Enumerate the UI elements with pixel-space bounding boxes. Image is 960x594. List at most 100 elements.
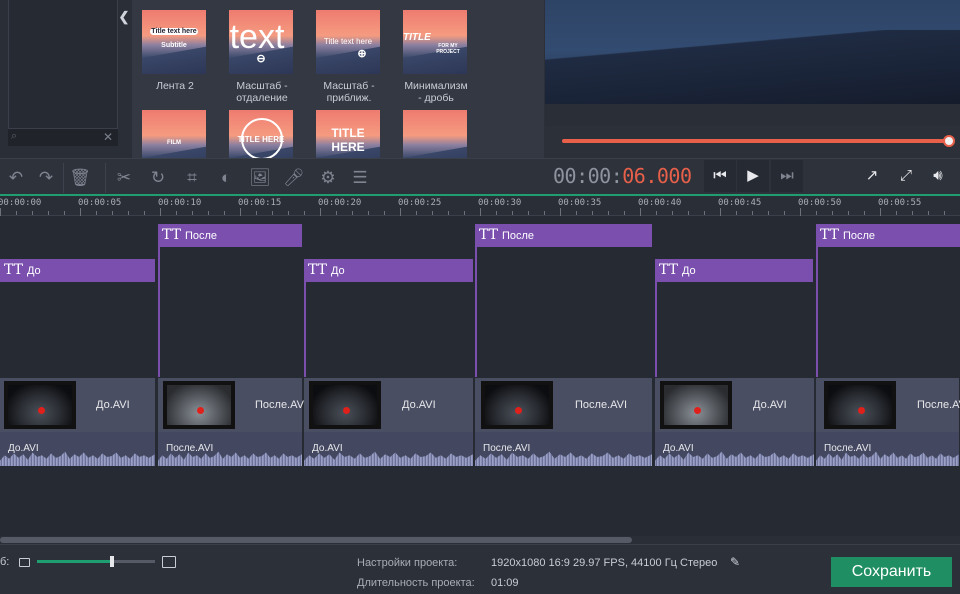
title-clip[interactable]: TT До: [0, 259, 155, 282]
title-clip[interactable]: TT После: [816, 224, 960, 247]
image-icon[interactable]: 🖼︎: [246, 164, 274, 192]
ruler-tick-mark: [16, 211, 17, 215]
ruler-tick-mark: [928, 211, 929, 215]
scrollbar-thumb[interactable]: [0, 537, 632, 543]
ruler-tick-mark: [752, 211, 753, 215]
next-frame-button[interactable]: ⏭︎: [771, 160, 803, 192]
delete-icon[interactable]: 🗑︎: [66, 164, 94, 192]
clip-thumbnail: [481, 381, 553, 429]
ruler-tick-mark: [480, 208, 481, 216]
title-tile[interactable]: TITLE HERE: [229, 110, 295, 158]
clip-thumbnail: [4, 381, 76, 429]
title-clip[interactable]: TT До: [304, 259, 473, 282]
fullscreen-icon[interactable]: ⤢: [890, 160, 922, 192]
clip-thumbnail: [309, 381, 381, 429]
ruler-tick-mark: [448, 211, 449, 215]
ruler-tick-mark: [224, 211, 225, 215]
timeline-scrollbar[interactable]: [0, 536, 960, 544]
ruler-tick-mark: [96, 211, 97, 215]
category-list: [8, 0, 118, 146]
gear-icon[interactable]: ⚙: [314, 164, 342, 192]
microphone-icon[interactable]: 🎤︎: [280, 164, 308, 192]
audio-clip[interactable]: После.AVI: [158, 432, 303, 466]
volume-icon[interactable]: 🔊︎: [922, 160, 954, 192]
ruler-tick-mark: [400, 208, 401, 216]
popout-icon[interactable]: ↗: [856, 160, 888, 192]
undo-icon[interactable]: ↶: [2, 164, 30, 192]
collapse-panel-button[interactable]: ❮: [118, 6, 130, 28]
title-tile[interactable]: text ⊖ Масштаб - отдаление: [229, 10, 295, 104]
zoom-in-filmstrip-icon[interactable]: [162, 556, 176, 568]
color-adjust-icon[interactable]: ◐: [212, 164, 240, 192]
audio-clip[interactable]: До.AVI: [304, 432, 474, 466]
equalizer-icon[interactable]: ☰: [346, 164, 374, 192]
zoom-out-small-icon[interactable]: [19, 558, 30, 567]
ruler-tick-mark: [864, 211, 865, 215]
ruler-tick-mark: [624, 211, 625, 215]
playback-progress-bar[interactable]: [562, 139, 948, 143]
ruler-tick-label: 00:00:10: [158, 198, 202, 208]
ruler-tick-mark: [112, 211, 113, 215]
playback-progress-knob[interactable]: [943, 135, 955, 147]
title-thumbnail: Title text here ⊕: [316, 10, 380, 74]
preview-player[interactable]: [545, 0, 960, 126]
ruler-tick-mark: [608, 211, 609, 215]
title-clip[interactable]: TT После: [475, 224, 652, 247]
ruler-tick-mark: [416, 211, 417, 215]
title-tile[interactable]: TITLE HERE: [316, 110, 382, 158]
ruler-tick-mark: [32, 211, 33, 215]
cut-icon[interactable]: ✂: [110, 164, 138, 192]
ruler-tick-mark: [240, 208, 241, 216]
ruler-tick-mark: [352, 211, 353, 215]
title-tile[interactable]: TITLE FOR MY PROJECT Минимализм - дробь: [403, 10, 469, 104]
audio-clip[interactable]: После.AVI: [816, 432, 960, 466]
ruler-tick-label: 00:00:45: [718, 198, 762, 208]
title-thumbnail: TITLE FOR MY PROJECT: [403, 10, 467, 74]
ruler-tick-label: 00:00:15: [238, 198, 282, 208]
rotate-icon[interactable]: ↻: [144, 164, 172, 192]
tile-caption: Минимализм - дробь: [404, 80, 468, 104]
project-settings-value: 1920x1080 16:9 29.97 FPS, 44100 Гц Стере…: [491, 557, 718, 569]
ruler-tick-mark: [640, 208, 641, 216]
title-clip[interactable]: TT До: [655, 259, 813, 282]
ruler-tick-mark: [368, 211, 369, 215]
video-clip[interactable]: После.AVI: [475, 378, 653, 432]
ruler-tick-label: 00:00:20: [318, 198, 362, 208]
video-clip[interactable]: После.AVI: [816, 378, 960, 432]
title-tile[interactable]: FILM: [142, 110, 208, 158]
edit-settings-icon[interactable]: ✎: [730, 555, 740, 569]
timeline-ruler[interactable]: 00:00:00 00:00:05 00:00:10 00:00:15 00:00:20…: [0, 196, 960, 216]
video-clip[interactable]: До.AVI: [0, 378, 156, 432]
ruler-tick-mark: [848, 211, 849, 215]
play-button[interactable]: ▶︎: [737, 160, 769, 192]
status-bar: [0, 544, 960, 594]
redo-icon[interactable]: ↷: [32, 164, 60, 192]
audio-clip[interactable]: До.AVI: [0, 432, 156, 466]
ruler-tick-label: 00:00:50: [798, 198, 842, 208]
editing-toolbar: ↶ ↷ 🗑︎ ✂ ↻ ⌗ ◐ 🖼︎ 🎤︎ ⚙ ☰: [0, 158, 960, 196]
video-clip[interactable]: До.AVI: [304, 378, 474, 432]
title-tile[interactable]: Title text here Subtitle Лента 2: [142, 10, 208, 92]
audio-clip[interactable]: После.AVI: [475, 432, 653, 466]
save-button[interactable]: Сохранить: [831, 557, 952, 587]
title-tile[interactable]: [403, 110, 469, 158]
tile-caption: Масштаб - отдаление: [236, 80, 288, 104]
search-input[interactable]: ⌕ ✕: [8, 128, 118, 146]
previous-frame-button[interactable]: ⏮︎: [704, 160, 736, 192]
title-tile[interactable]: Title text here ⊕ Масштаб - приближ.: [316, 10, 382, 104]
ruler-tick-mark: [192, 211, 193, 215]
crop-icon[interactable]: ⌗: [178, 164, 206, 192]
ruler-tick-label: 00:00:25: [398, 198, 442, 208]
video-clip[interactable]: После.AVI: [158, 378, 307, 432]
video-clip[interactable]: До.AVI: [655, 378, 815, 432]
ruler-tick-mark: [0, 208, 1, 216]
title-thumbnail: TITLE HERE: [229, 110, 293, 158]
ruler-tick-label: 00:00:05: [78, 198, 122, 208]
zoom-slider-handle[interactable]: [110, 556, 114, 567]
clear-search-icon[interactable]: ✕: [103, 130, 113, 144]
ruler-tick-mark: [592, 211, 593, 215]
audio-clip[interactable]: До.AVI: [655, 432, 815, 466]
ruler-tick-mark: [656, 211, 657, 215]
title-clip[interactable]: TT После: [158, 224, 302, 247]
ruler-tick-label: 00:00:55: [878, 198, 922, 208]
